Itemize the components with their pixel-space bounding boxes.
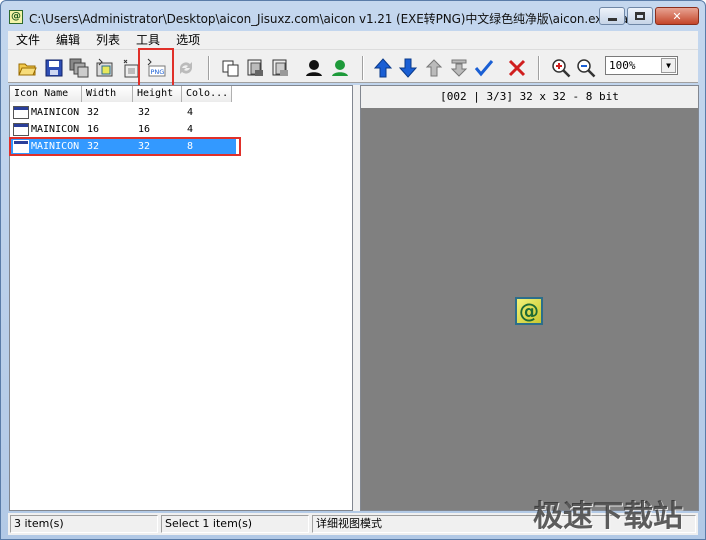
column-header-colors[interactable]: Colo...	[182, 86, 232, 102]
user-black-icon	[306, 60, 322, 76]
preview-info: [002 | 3/3] 32 x 32 - 8 bit	[361, 86, 698, 108]
zoom-value: 100%	[609, 59, 636, 72]
menu-bar: 文件 编辑 列表 工具 选项	[8, 31, 698, 49]
close-icon: ✕	[672, 9, 682, 23]
arrow-down-icon	[398, 58, 418, 78]
cell-name: MAINICON	[31, 124, 80, 135]
paste-button[interactable]	[269, 57, 291, 79]
close-button[interactable]: ✕	[655, 7, 699, 25]
refresh-icon	[180, 62, 192, 74]
menu-tools[interactable]: 工具	[128, 31, 168, 49]
png-button-highlight	[138, 48, 174, 88]
caption-buttons: ✕	[599, 7, 699, 25]
menu-options[interactable]: 选项	[168, 31, 208, 49]
move-bottom-button[interactable]	[448, 57, 470, 79]
cell-height: 16	[138, 124, 151, 135]
user-green-button[interactable]	[329, 57, 351, 79]
copy-button[interactable]	[220, 57, 242, 79]
list-header: Icon Name Width Height Colo...	[10, 86, 232, 102]
pane-splitter[interactable]	[353, 85, 360, 511]
maximize-button[interactable]	[627, 7, 653, 25]
toolbar-separator	[208, 56, 210, 80]
copy-icon	[222, 60, 239, 77]
toolbar-separator	[362, 56, 364, 80]
toolbar: PNG	[8, 49, 698, 83]
selected-row-highlight	[9, 137, 241, 156]
user-green-icon	[332, 60, 348, 76]
save-button[interactable]	[43, 57, 65, 79]
move-top-button[interactable]	[423, 57, 445, 79]
icon-thumbnail-icon	[13, 123, 29, 136]
zoom-out-icon	[577, 59, 596, 78]
cell-height: 32	[138, 107, 151, 118]
delete-icon	[508, 59, 526, 77]
extract-icon	[96, 58, 113, 77]
chevron-down-icon[interactable]: ▼	[661, 58, 676, 73]
toolbar-separator	[538, 56, 540, 80]
save-multiple-icon	[69, 58, 89, 78]
app-window: @ C:\Users\Administrator\Desktop\aicon_J…	[0, 0, 706, 540]
cell-width: 16	[87, 124, 100, 135]
column-header-width[interactable]: Width	[82, 86, 133, 102]
icon-thumbnail-icon	[13, 106, 29, 119]
column-header-icon-name[interactable]: Icon Name	[10, 86, 82, 102]
arrow-up-icon	[373, 58, 393, 78]
app-icon[interactable]: @	[9, 10, 23, 24]
copy-image-icon	[247, 59, 263, 76]
window-title: C:\Users\Administrator\Desktop\aicon_Jis…	[29, 12, 653, 26]
check-button[interactable]	[473, 57, 495, 79]
preview-pane: [002 | 3/3] 32 x 32 - 8 bit @	[360, 85, 699, 511]
open-button[interactable]	[16, 57, 38, 79]
list-item[interactable]: MAINICON 16 16 4	[10, 121, 240, 138]
watermark: 极速下载站	[533, 499, 683, 534]
save-icon	[45, 59, 63, 77]
zoom-select[interactable]: 100% ▼	[605, 56, 678, 75]
cell-colors: 4	[187, 107, 194, 118]
menu-edit[interactable]: 编辑	[48, 31, 88, 49]
cell-width: 32	[87, 107, 100, 118]
minimize-icon	[607, 17, 617, 21]
menu-list[interactable]: 列表	[88, 31, 128, 49]
title-bar[interactable]: @ C:\Users\Administrator\Desktop\aicon_J…	[1, 1, 705, 31]
move-down-button[interactable]	[397, 57, 419, 79]
cell-name: MAINICON	[31, 107, 80, 118]
refresh-button[interactable]	[175, 57, 197, 79]
paste-icon	[272, 59, 288, 76]
status-item-count: 3 item(s)	[10, 515, 158, 533]
menu-file[interactable]: 文件	[8, 31, 48, 49]
maximize-icon	[635, 12, 645, 20]
move-top-icon	[425, 59, 443, 77]
preview-image-icon: @	[515, 297, 543, 325]
user-black-button[interactable]	[303, 57, 325, 79]
list-item[interactable]: MAINICON 32 32 4	[10, 104, 240, 121]
zoom-out-button[interactable]	[575, 57, 597, 79]
zoom-in-button[interactable]	[550, 57, 572, 79]
column-header-height[interactable]: Height	[133, 86, 182, 102]
cell-colors: 4	[187, 124, 194, 135]
delete-button[interactable]	[506, 57, 528, 79]
status-selected-count: Select 1 item(s)	[161, 515, 309, 533]
move-bottom-icon	[450, 59, 468, 77]
check-icon	[474, 60, 494, 77]
zoom-in-icon	[552, 59, 571, 78]
extract-button[interactable]	[94, 57, 116, 79]
open-folder-icon	[18, 63, 37, 76]
minimize-button[interactable]	[599, 7, 625, 25]
save-multiple-button[interactable]	[68, 57, 90, 79]
copy-image-button[interactable]	[244, 57, 266, 79]
move-up-button[interactable]	[372, 57, 394, 79]
